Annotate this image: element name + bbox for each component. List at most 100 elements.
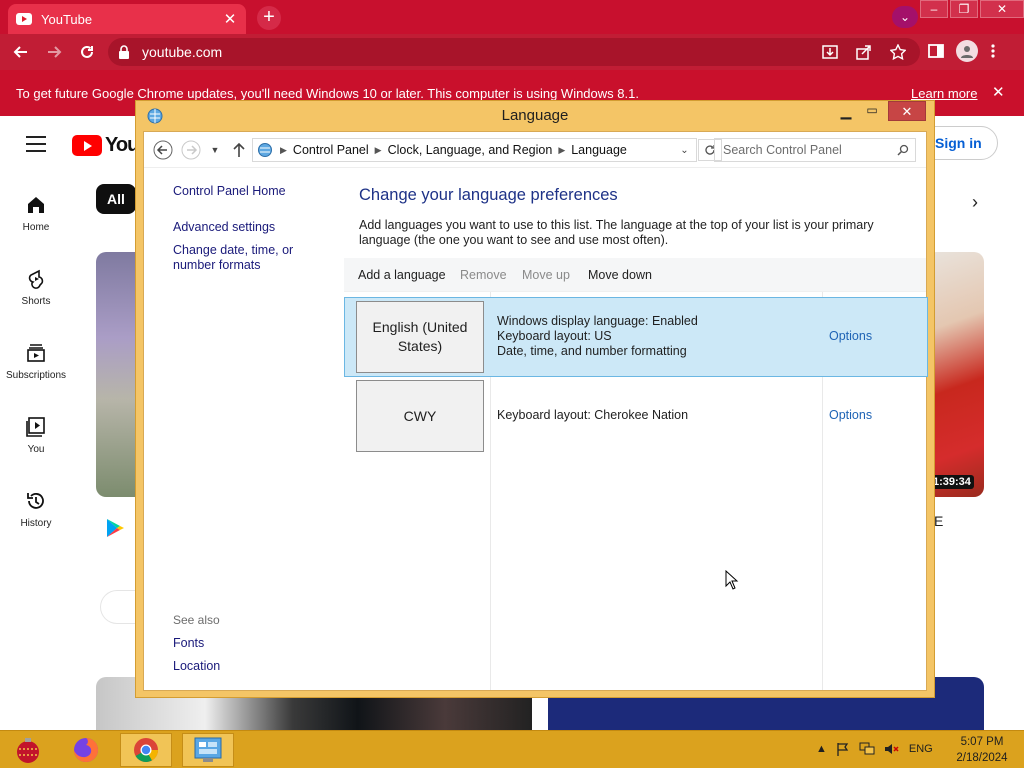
dialog-minimize-button[interactable]: ▁ <box>836 103 856 123</box>
taskbar-chrome[interactable] <box>120 733 172 767</box>
url-text: youtube.com <box>142 44 223 60</box>
chips-next-chevron-icon[interactable]: › <box>972 192 978 213</box>
network-icon[interactable] <box>859 742 875 756</box>
video-duration-badge: 1:39:34 <box>930 475 974 489</box>
sidebar-item-you[interactable]: You <box>0 416 72 455</box>
browser-tabstrip: YouTube ✕ + ⌄ ‒ ❐ ✕ <box>0 0 1024 34</box>
hamburger-menu-icon[interactable] <box>26 136 46 157</box>
start-button[interactable] <box>2 733 54 767</box>
install-app-icon[interactable] <box>822 44 838 60</box>
sidebar-item-history[interactable]: History <box>0 490 72 529</box>
share-icon[interactable] <box>856 44 872 60</box>
taskbar-control-panel[interactable] <box>182 733 234 767</box>
sidebar-item-subscriptions[interactable]: Subscriptions <box>0 342 72 381</box>
sidebar-item-shorts[interactable]: Shorts <box>0 268 72 307</box>
forward-button[interactable] <box>42 40 66 64</box>
infobar-close-icon[interactable]: ✕ <box>992 83 1005 101</box>
history-icon <box>27 493 44 509</box>
chip-all[interactable]: All <box>96 184 136 214</box>
show-more-pill[interactable] <box>100 590 140 624</box>
language-options-link[interactable]: Options <box>829 408 872 422</box>
tab-close-icon[interactable]: ✕ <box>222 10 238 28</box>
sidebar-item-label: Subscriptions <box>5 370 67 381</box>
bookmark-star-icon[interactable] <box>890 44 906 60</box>
breadcrumb-separator-icon: ▶ <box>374 144 382 155</box>
window-client: ▼ ▶ Control Panel ▶ Clock, Language, and… <box>143 131 929 691</box>
forward-circle-icon <box>181 140 201 160</box>
taskbar-clock[interactable]: 5:07 PM 2/18/2024 <box>952 734 1012 766</box>
address-bar[interactable]: youtube.com <box>108 38 920 66</box>
back-button[interactable] <box>9 40 33 64</box>
profile-icon <box>961 46 973 58</box>
fonts-link[interactable]: Fonts <box>173 636 204 650</box>
new-tab-button[interactable]: + <box>257 6 281 30</box>
taskbar-firefox[interactable] <box>60 733 112 767</box>
dialog-maximize-button[interactable]: ▭ <box>862 103 882 123</box>
minimize-window-button[interactable]: ‒ <box>920 0 948 18</box>
restore-window-button[interactable]: ❐ <box>950 0 978 18</box>
language-detail-line: Date, time, and number formatting <box>497 344 687 358</box>
change-date-time-formats-link[interactable]: Change date, time, or number formats <box>173 243 338 273</box>
remove-button[interactable]: Remove <box>460 268 507 282</box>
subscriptions-icon <box>27 344 45 362</box>
breadcrumb-separator-icon: ▶ <box>280 144 287 155</box>
breadcrumb-item[interactable]: Control Panel <box>293 143 369 157</box>
language-window: Language ▁ ▭ ✕ ▼ ▶ Control Panel ▶ Clock… <box>135 100 935 698</box>
sidebar-item-label: You <box>27 444 45 455</box>
side-panel-icon[interactable] <box>928 43 944 59</box>
tab-title: YouTube <box>41 11 93 27</box>
language-tile: CWY <box>356 380 484 452</box>
browser-toolbar: youtube.com <box>0 34 1024 70</box>
windows-taskbar: ▲ ENG 5:07 PM 2/18/2024 <box>0 730 1024 768</box>
volume-muted-icon[interactable] <box>884 742 900 756</box>
dialog-close-button[interactable]: ✕ <box>888 101 926 121</box>
back-circle-icon <box>153 140 173 160</box>
control-panel-home-link[interactable]: Control Panel Home <box>173 184 286 198</box>
close-window-button[interactable]: ✕ <box>980 0 1024 18</box>
clock-date: 2/18/2024 <box>956 752 1008 764</box>
sidebar-item-label: Shorts <box>21 296 51 307</box>
infobar-message: To get future Google Chrome updates, you… <box>16 86 639 101</box>
language-row-english[interactable]: English (United States) Windows display … <box>344 297 928 377</box>
reload-button[interactable] <box>75 40 99 64</box>
shorts-icon <box>28 269 44 289</box>
move-up-button[interactable]: Move up <box>522 268 570 282</box>
learn-more-link[interactable]: Learn more <box>911 86 977 101</box>
clock-time: 5:07 PM <box>960 736 1004 748</box>
control-panel-icon <box>258 143 272 157</box>
tab-search-chevron-icon[interactable]: ⌄ <box>892 6 918 28</box>
address-dropdown-icon[interactable]: ⌄ <box>672 144 696 156</box>
language-options-link[interactable]: Options <box>829 329 872 343</box>
recent-locations-dropdown-icon[interactable]: ▼ <box>204 139 226 161</box>
start-ornament-icon <box>17 738 39 763</box>
window-controls: ‒ ❐ ✕ <box>918 0 1024 20</box>
advanced-settings-link[interactable]: Advanced settings <box>173 220 275 234</box>
chrome-menu-icon[interactable] <box>990 43 996 59</box>
sidebar-item-home[interactable]: Home <box>0 194 72 233</box>
explorer-address-row: ▼ ▶ Control Panel ▶ Clock, Language, and… <box>144 132 926 168</box>
location-link[interactable]: Location <box>173 659 220 673</box>
you-icon <box>26 417 45 437</box>
language-preferences-pane: Change your language preferences Add lan… <box>344 168 929 690</box>
explorer-forward-button[interactable] <box>180 139 202 161</box>
profile-avatar[interactable] <box>956 40 978 62</box>
move-down-button[interactable]: Move down <box>588 268 652 282</box>
breadcrumb-item[interactable]: Clock, Language, and Region <box>388 143 553 157</box>
search-control-panel-input[interactable]: Search Control Panel <box>714 138 916 162</box>
tab-youtube[interactable]: YouTube ✕ <box>8 4 246 34</box>
search-icon <box>897 144 909 156</box>
show-hidden-icons-icon[interactable]: ▲ <box>816 743 827 755</box>
breadcrumb[interactable]: ▶ Control Panel ▶ Clock, Language, and R… <box>252 138 722 162</box>
window-title: Language <box>501 107 569 124</box>
language-details: Keyboard layout: Cherokee Nation <box>497 408 688 423</box>
up-arrow-icon <box>233 142 245 157</box>
page-description: Add languages you want to use to this li… <box>359 218 874 247</box>
up-level-button[interactable] <box>228 139 250 161</box>
video-title[interactable]: E <box>934 513 943 529</box>
add-language-button[interactable]: Add a language <box>358 268 446 282</box>
breadcrumb-item[interactable]: Language <box>571 143 627 157</box>
input-language-indicator[interactable]: ENG <box>909 743 933 755</box>
explorer-back-button[interactable] <box>152 139 174 161</box>
language-row-cwy[interactable]: CWY Keyboard layout: Cherokee Nation Opt… <box>345 377 929 457</box>
action-center-flag-icon[interactable] <box>836 742 850 756</box>
